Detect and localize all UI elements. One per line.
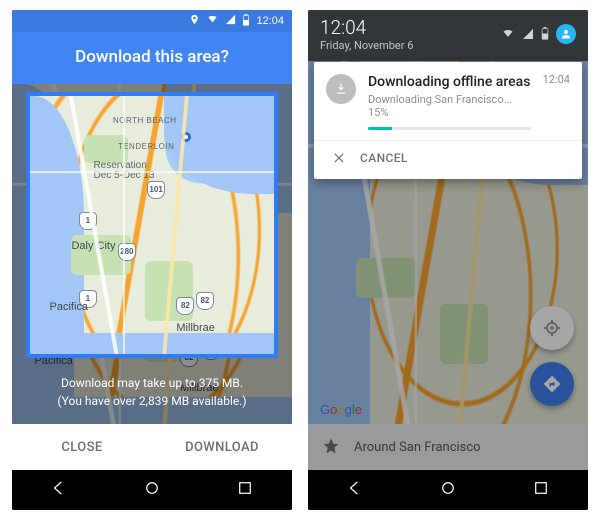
nav-home-icon[interactable] [439, 479, 457, 501]
shade-date: Friday, November 6 [320, 40, 413, 51]
close-button[interactable]: CLOSE [12, 424, 152, 470]
info-line-1: Download may take up to 375 MB. [24, 375, 280, 392]
notification-shade-header[interactable]: 12:04 Friday, November 6 [308, 10, 588, 61]
nav-recent-icon[interactable] [236, 479, 254, 501]
location-icon [189, 14, 200, 28]
dialog-actions: CLOSE DOWNLOAD [12, 424, 292, 470]
progress-bar [368, 127, 531, 130]
battery-icon [242, 14, 250, 29]
notification-card[interactable]: Downloading offline areas Downloading Sa… [314, 62, 582, 179]
download-info: Download may take up to 375 MB. (You hav… [12, 375, 292, 410]
status-time: 12:04 [256, 16, 284, 27]
dialog-title: Download this area? [12, 32, 292, 84]
download-icon [326, 74, 356, 104]
cancel-button[interactable]: CANCEL [326, 141, 570, 173]
notification-time: 12:04 [543, 74, 570, 85]
nav-bar [308, 470, 588, 510]
notification-subtitle: Downloading San Francisco... 15% [368, 93, 531, 119]
download-button[interactable]: DOWNLOAD [152, 424, 292, 470]
cancel-label: CANCEL [360, 152, 408, 164]
nav-home-icon[interactable] [143, 479, 161, 501]
nav-recent-icon[interactable] [532, 479, 550, 501]
wifi-icon [501, 25, 515, 44]
nav-back-icon[interactable] [50, 479, 68, 501]
status-bar: 12:04 [12, 10, 292, 32]
selection-frame[interactable]: 1 280 82 82 101 1 NORTH BEACH TENDERLOIN… [26, 92, 278, 358]
shade-time: 12:04 [320, 18, 413, 39]
nav-back-icon[interactable] [346, 479, 364, 501]
battery-icon [541, 25, 549, 44]
wifi-icon [206, 14, 219, 28]
phone-left: 12:04 Download this area? 1 280 82 82 10… [12, 10, 292, 510]
signal-icon [522, 25, 534, 44]
info-line-2: (You have over 2,839 MB available.) [24, 393, 280, 410]
phone-right: Google Around San Francisco 12:04 Friday… [308, 10, 588, 510]
signal-icon [225, 14, 236, 28]
notification-title: Downloading offline areas [368, 74, 531, 91]
nav-bar [12, 470, 292, 510]
profile-avatar[interactable] [556, 24, 576, 44]
